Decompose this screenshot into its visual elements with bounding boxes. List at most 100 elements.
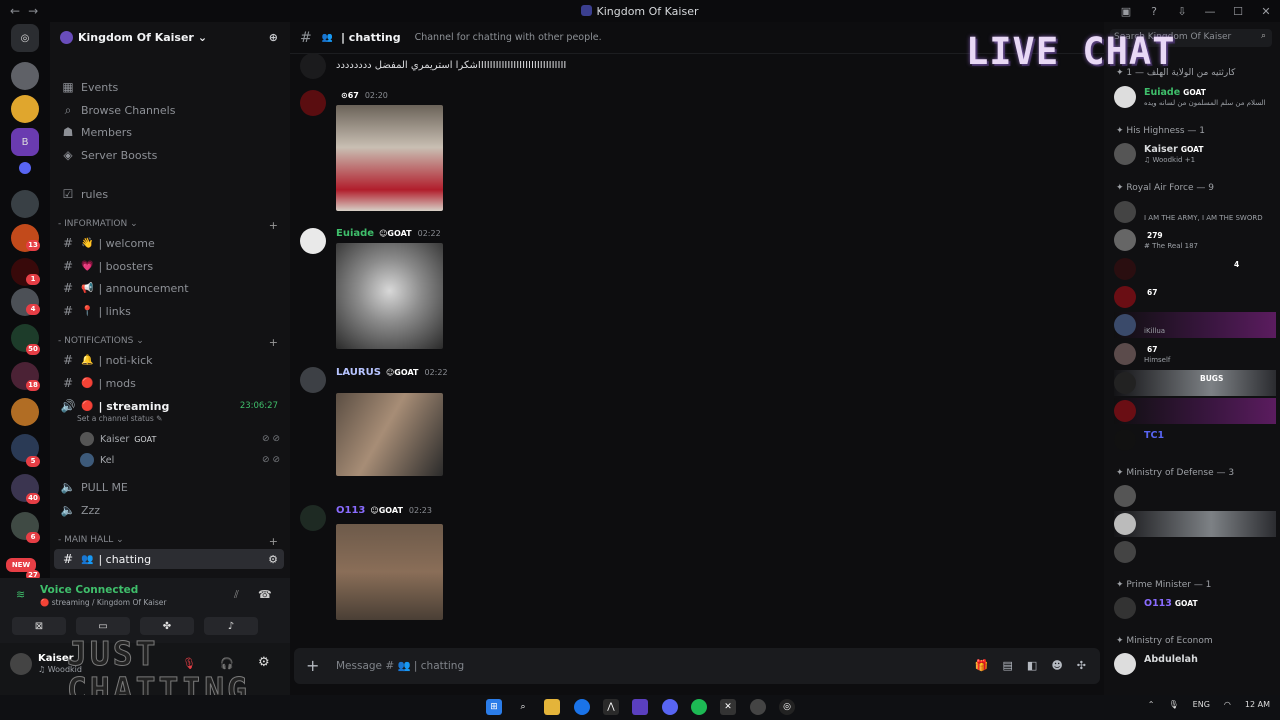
download-icon[interactable]: ⇩	[1176, 5, 1188, 18]
server-icon[interactable]	[11, 62, 39, 90]
avatar[interactable]	[300, 90, 326, 116]
gif-icon[interactable]: ▤	[1003, 659, 1013, 672]
wifi-icon[interactable]: ◠	[1224, 700, 1231, 709]
nav-events[interactable]: ▦ Events	[54, 77, 284, 97]
member-item[interactable]	[1114, 539, 1276, 565]
server-header[interactable]: Kingdom Of Kaiser ⌄ ⊕	[50, 22, 290, 52]
app-icon[interactable]: ⋀	[603, 699, 619, 715]
spotify-icon[interactable]	[691, 699, 707, 715]
server-icon[interactable]	[11, 190, 39, 218]
clock[interactable]: 12 AM	[1245, 700, 1270, 709]
member-item[interactable]: 67	[1114, 284, 1276, 310]
channel-welcome[interactable]: # 👋 | welcome	[54, 233, 284, 253]
channel-rules[interactable]: ☑ rules	[54, 184, 284, 204]
avatar[interactable]	[10, 653, 32, 675]
username[interactable]: O113	[336, 505, 365, 516]
voice-channel-streaming[interactable]: 🔊 🔴 | streaming 23:06:27	[54, 396, 284, 416]
member-item[interactable]: Kaiser GOAT ♫ Woodkid +1	[1114, 141, 1276, 167]
avatar[interactable]	[300, 228, 326, 254]
add-channel-icon[interactable]: +	[269, 219, 278, 232]
attach-icon[interactable]: +	[306, 656, 319, 675]
help-icon[interactable]: ?	[1148, 5, 1160, 18]
screen-share-button[interactable]: ▭	[76, 617, 130, 635]
message-image[interactable]	[336, 393, 443, 476]
app-icon[interactable]: ◎	[779, 699, 795, 715]
channel-links[interactable]: # 📍 | links	[54, 301, 284, 321]
discord-icon[interactable]	[662, 699, 678, 715]
add-channel-icon[interactable]: +	[269, 336, 278, 349]
channel-mods[interactable]: # 🔴 | mods	[54, 373, 284, 393]
channel-chatting[interactable]: # 👥 | chatting ⚙	[54, 549, 284, 569]
message-composer[interactable]: + Message # 👥 | chatting 🎁 ▤ ◧ ☻ ✣	[294, 648, 1100, 684]
sticker-icon[interactable]: ◧	[1027, 659, 1037, 672]
voice-user[interactable]: Kaiser GOAT ⊘ ⊘	[80, 430, 280, 448]
voice-channel-pull-me[interactable]: 🔈 PULL ME	[54, 477, 284, 497]
category-information[interactable]: - INFORMATION ⌄ +	[58, 219, 278, 232]
minimize-icon[interactable]: —	[1204, 5, 1216, 18]
discord-home-icon[interactable]: ◎	[11, 24, 39, 52]
gift-icon[interactable]: 🎁	[975, 659, 989, 672]
voice-user[interactable]: Kel ⊘ ⊘	[80, 451, 280, 469]
close-icon[interactable]: ✕	[1260, 5, 1272, 18]
member-item[interactable]: iKillua	[1114, 312, 1276, 338]
member-item[interactable]: 4	[1114, 256, 1276, 282]
folder-icon[interactable]	[19, 162, 31, 174]
server-icon[interactable]	[11, 398, 39, 426]
member-item[interactable]: 279 # The Real 187	[1114, 227, 1276, 253]
nav-browse-channels[interactable]: ⌕ Browse Channels	[54, 100, 284, 120]
search-icon[interactable]: ⌕	[515, 699, 531, 715]
add-channel-icon[interactable]: +	[269, 535, 278, 548]
avatar[interactable]	[300, 367, 326, 393]
maximize-icon[interactable]: ☐	[1232, 5, 1244, 18]
voice-channel-zzz[interactable]: 🔈 Zzz	[54, 500, 284, 520]
mic-icon[interactable]: 🎙	[1169, 700, 1179, 709]
disconnect-icon[interactable]: ☎	[258, 588, 272, 601]
settings-icon[interactable]: ⚙	[268, 553, 278, 566]
browser-icon[interactable]	[574, 699, 590, 715]
channel-announcement[interactable]: # 📢 | announcement	[54, 278, 284, 298]
forward-arrow-icon[interactable]: →	[28, 4, 38, 18]
obs-icon[interactable]	[750, 699, 766, 715]
emoji-icon[interactable]: ☻	[1051, 659, 1062, 672]
member-item[interactable]: I AM THE ARMY, I AM THE SWORD	[1114, 199, 1276, 225]
inbox-icon[interactable]: ▣	[1120, 5, 1132, 18]
camera-off-button[interactable]: ⊠	[12, 617, 66, 635]
message-image[interactable]	[336, 105, 443, 211]
noise-suppression-icon[interactable]: ⫽	[234, 588, 239, 602]
file-explorer-icon[interactable]	[544, 699, 560, 715]
avatar[interactable]	[300, 53, 326, 79]
voice-status[interactable]: Voice Connected	[40, 584, 138, 596]
member-item[interactable]: TC1	[1114, 427, 1276, 453]
language-indicator[interactable]: ENG	[1193, 700, 1210, 709]
nav-members[interactable]: ☗ Members	[54, 122, 284, 142]
member-item[interactable]: Abdulelah	[1114, 651, 1276, 677]
server-icon[interactable]	[11, 95, 39, 123]
apps-icon[interactable]: ✣	[1077, 659, 1086, 672]
message-image[interactable]	[336, 524, 443, 620]
app-icon[interactable]: ✕	[720, 699, 736, 715]
member-item[interactable]	[1114, 483, 1276, 509]
app-icon[interactable]	[632, 699, 648, 715]
start-icon[interactable]: ⊞	[486, 699, 502, 715]
nav-server-boosts[interactable]: ◈ Server Boosts	[54, 145, 284, 165]
username[interactable]: LAURUS	[336, 367, 381, 378]
activities-button[interactable]: ✤	[140, 617, 194, 635]
back-arrow-icon[interactable]: ←	[10, 4, 20, 18]
member-item[interactable]	[1114, 511, 1276, 537]
soundboard-button[interactable]: ♪	[204, 617, 258, 635]
username[interactable]: Euiade	[336, 228, 374, 239]
channel-status[interactable]: Set a channel status ✎	[77, 414, 162, 423]
member-item[interactable]	[1114, 398, 1276, 424]
member-item[interactable]: Euiade GOAT السلام من سلم المسلمون من لسان…	[1114, 84, 1276, 110]
channel-boosters[interactable]: # 💗 | boosters	[54, 256, 284, 276]
member-item[interactable]: O113 GOAT	[1114, 595, 1276, 621]
member-item[interactable]: 67 Himself	[1114, 341, 1276, 367]
avatar[interactable]	[300, 505, 326, 531]
channel-noti-kick[interactable]: # 🔔 | noti-kick	[54, 350, 284, 370]
invite-icon[interactable]: ⊕	[269, 31, 278, 44]
chevron-up-icon[interactable]: ⌃	[1148, 700, 1155, 709]
server-icon[interactable]: B	[11, 128, 39, 156]
category-main-hall[interactable]: - MAIN HALL ⌄ +	[58, 535, 278, 548]
member-item[interactable]: BUGS	[1114, 370, 1276, 396]
message-image[interactable]	[336, 243, 443, 349]
